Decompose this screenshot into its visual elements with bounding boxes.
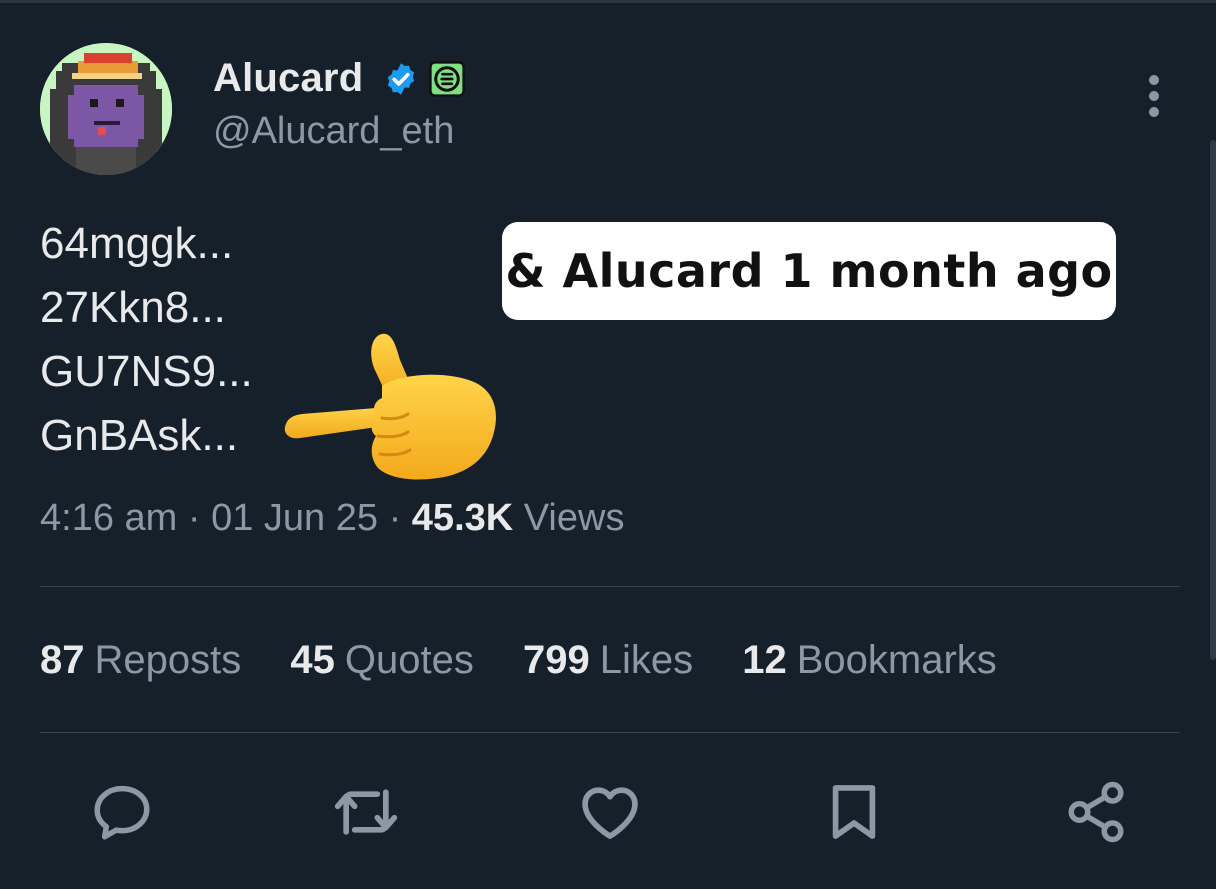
repost-button[interactable] (332, 778, 400, 846)
more-icon[interactable] (1137, 72, 1171, 120)
tweet-line: 27Kkn8... (40, 283, 226, 332)
avatar-image (40, 43, 172, 175)
tweet-line: GU7NS9... (40, 347, 253, 396)
tweet-date[interactable]: 01 Jun 25 (211, 497, 378, 539)
stat-count: 799 (522, 638, 590, 682)
stat-count: 87 (40, 638, 85, 682)
divider (40, 586, 1180, 587)
stat-bookmarks[interactable]: 12 Bookmarks (742, 638, 997, 683)
stat-label: Likes (599, 638, 694, 682)
user-handle[interactable]: @Alucard_eth (213, 110, 454, 153)
share-button[interactable] (1062, 778, 1130, 846)
tweet-text: 64mggk... 27Kkn8... GU7NS9... GnBAsk... (40, 212, 253, 468)
verified-icon (387, 63, 415, 95)
tweet-line: GnBAsk... (40, 411, 239, 460)
tweet-time[interactable]: 4:16 am (40, 497, 177, 539)
bookmark-button[interactable] (820, 778, 888, 846)
stat-label: Reposts (94, 638, 242, 682)
display-name[interactable]: Alucard (213, 56, 363, 101)
like-button[interactable] (576, 778, 644, 846)
stat-likes[interactable]: 799 Likes (523, 638, 693, 683)
tweet-line: 64mggk... (40, 219, 234, 268)
affiliate-badge-icon[interactable] (429, 61, 465, 97)
meta-separator: · (187, 497, 201, 539)
engagement-stats: 87 Reposts 45 Quotes 799 Likes 12 Bookmarks (40, 638, 1035, 683)
stat-reposts[interactable]: 87 Reposts (40, 638, 241, 683)
bookmark-icon (832, 785, 876, 839)
stat-count: 45 (290, 638, 335, 682)
overlay-caption: & Alucard 1 month ago (502, 222, 1116, 320)
scrollbar[interactable] (1210, 140, 1216, 660)
reply-button[interactable] (88, 778, 156, 846)
heart-icon (582, 787, 638, 839)
divider (40, 732, 1180, 733)
stat-label: Quotes (344, 638, 474, 682)
views-label: Views (523, 497, 625, 539)
top-border (0, 0, 1216, 3)
tweet-meta: 4:16 am · 01 Jun 25 · 45.3K Views (40, 497, 624, 540)
avatar[interactable] (40, 43, 172, 175)
meta-separator: · (388, 497, 402, 539)
stat-quotes[interactable]: 45 Quotes (290, 638, 473, 683)
views-count: 45.3K (411, 497, 514, 539)
tweet-detail-page: Alucard @Alucard_eth 64mggk... 27Kkn8...… (0, 0, 1216, 889)
reply-icon (94, 785, 150, 840)
repost-icon (334, 789, 398, 835)
share-icon (1068, 781, 1124, 843)
stat-count: 12 (742, 638, 787, 682)
stat-label: Bookmarks (796, 638, 997, 682)
pointing-hand-icon (284, 333, 496, 480)
